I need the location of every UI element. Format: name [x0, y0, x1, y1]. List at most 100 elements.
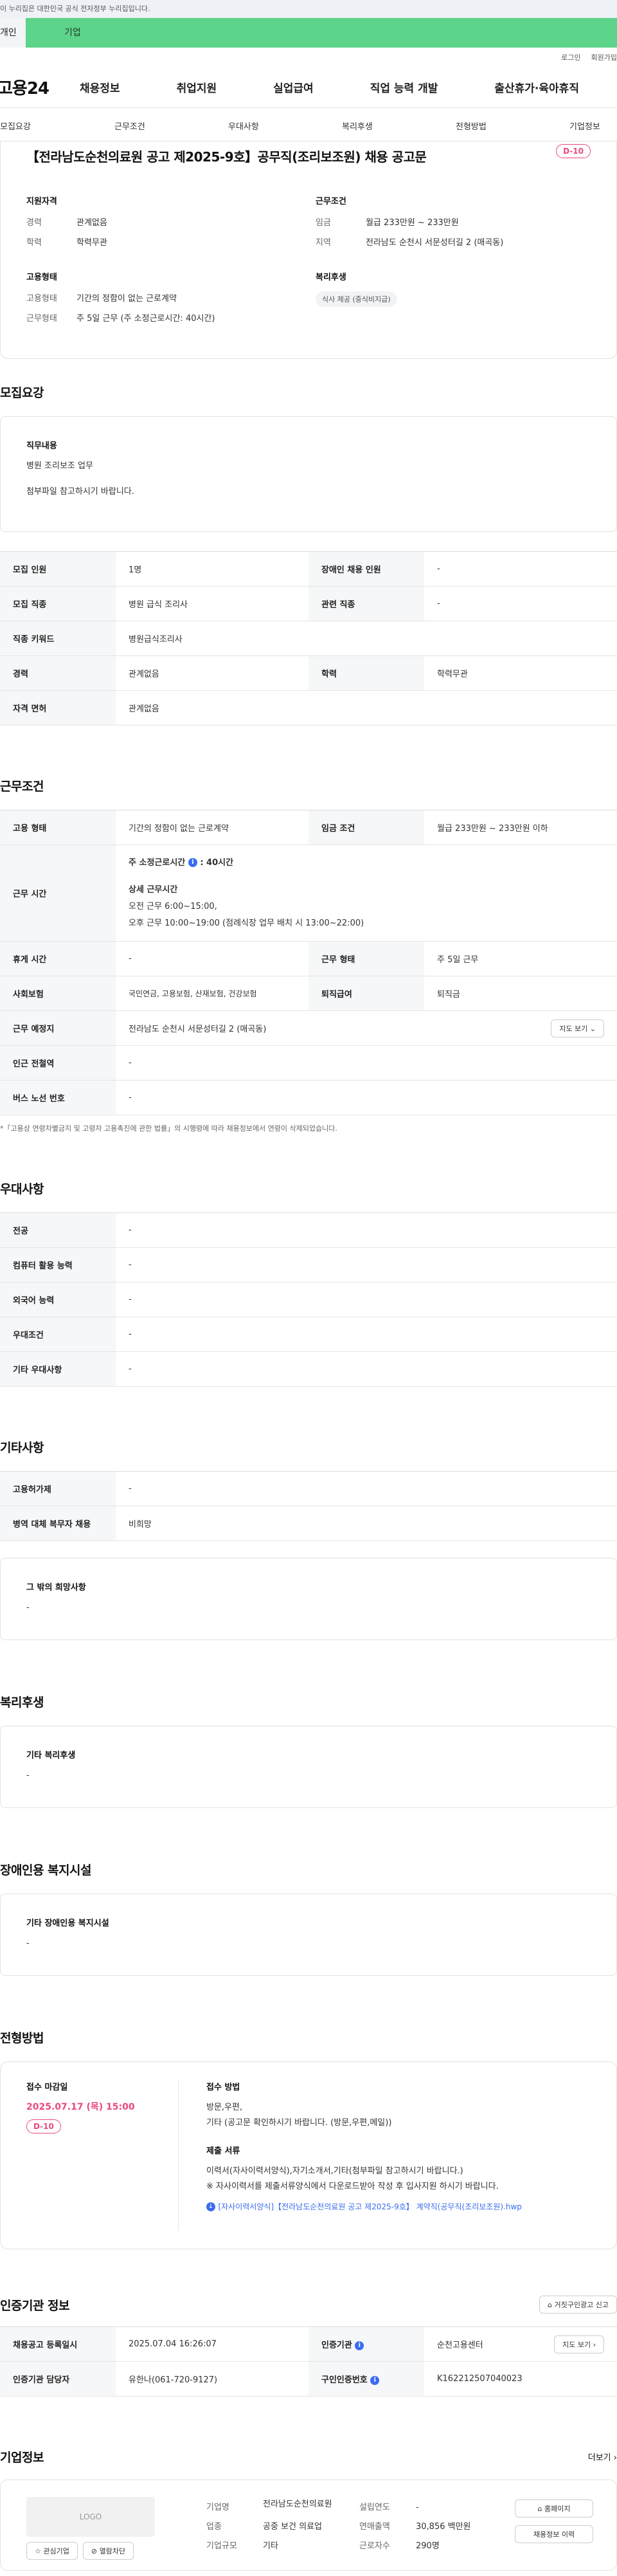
cert-map-label: 지도 보기 — [562, 2340, 591, 2349]
report-fake-ad-label: 거짓구인광고 신고 — [554, 2301, 609, 2309]
utility-links: 로그인 회원가입 — [0, 48, 617, 67]
info-icon[interactable]: i — [188, 858, 197, 867]
home-icon: ⌂ — [537, 2505, 542, 2513]
subnav-item-company[interactable]: 기업정보 — [569, 120, 600, 132]
duty-line: 첨부파일 참고하시기 바랍니다. — [26, 487, 134, 497]
info-label: 기업명 — [206, 2503, 229, 2512]
company-more-link[interactable]: 더보기 › — [588, 2451, 617, 2463]
subnav-item-conditions[interactable]: 근무조건 — [114, 120, 145, 132]
process-card: 접수 마감일 2025.07.17 (목) 15:00 D-10 접수 방법 방… — [0, 2061, 617, 2249]
logo[interactable]: 고용24 — [0, 75, 80, 99]
download-icon: ↓ — [206, 2202, 215, 2211]
emp-value: 주 5일 근무 (주 소정근로시간: 40시간) — [76, 314, 215, 324]
hours-main-label: 주 소정근로시간 — [129, 857, 186, 868]
cond-value: 전라남도 순천시 서문성터길 2 (매곡동) — [366, 238, 504, 248]
qual-label: 학력 — [26, 238, 42, 248]
chevron-right-icon: › — [593, 2340, 596, 2349]
row-label: 외국어 능력 — [0, 1282, 116, 1317]
info-label: 연매출액 — [359, 2522, 390, 2532]
section-nav: 모집요강 근무조건 우대사항 복리후생 전형방법 기업정보 — [0, 108, 617, 142]
docs-heading: 제출 서류 — [206, 2146, 240, 2156]
gnb-item-training[interactable]: 직업 능력 개발 — [370, 79, 438, 95]
favorite-company-button[interactable]: ☆ 관심기업 — [26, 2542, 78, 2560]
table-row: 직종 키워드 병원급식조리사 — [0, 621, 617, 656]
row-value: - — [116, 941, 308, 976]
cert-map-button[interactable]: 지도 보기 › — [554, 2335, 604, 2353]
company-header: 기업정보 더보기 › — [0, 2448, 617, 2465]
duty-line: 병원 조리보조 업무 — [26, 461, 93, 471]
welfare-summary-group: 복리후생 식사 제공 (중식비지급) — [316, 270, 397, 307]
age-note: *「고용상 연령차별금지 및 고령자 고용촉진에 관한 법률」의 시행령에 따라… — [0, 1124, 337, 1133]
row-label: 관련 직종 — [308, 586, 424, 621]
process-section-title: 전형방법 — [0, 2031, 44, 2045]
table-row: 휴게 시간 - 근무 형태 주 5일 근무 — [0, 941, 617, 976]
gnb-item-jobs[interactable]: 채용정보 — [80, 79, 120, 95]
method-heading: 접수 방법 — [206, 2083, 240, 2092]
qualification-group: 지원자격 경력 관계없음 학력 학력무관 — [26, 194, 107, 255]
table-row: 채용공고 등록일시 2025.07.04 16:26:07 인증기관 i 순천고… — [0, 2326, 617, 2362]
subnav-item-preference[interactable]: 우대사항 — [228, 120, 259, 132]
report-fake-ad-button[interactable]: ⌂ 거짓구인광고 신고 — [539, 2296, 617, 2314]
favorite-label: 관심기업 — [43, 2547, 69, 2555]
join-link[interactable]: 회원가입 — [591, 52, 617, 62]
gnb-item-parental-leave[interactable]: 출산휴가·육아휴직 — [494, 79, 579, 95]
login-link[interactable]: 로그인 — [561, 52, 580, 62]
map-button[interactable]: 지도 보기 ⌄ — [551, 1019, 604, 1037]
row-value: - — [116, 1045, 617, 1081]
tab-individual[interactable]: 개인 — [0, 18, 26, 48]
row-value: - — [116, 1247, 617, 1283]
attachment-name: [자사이력서양식]【전라남도순천의료원 공고 제2025-9호】 계약직(공무직… — [218, 2202, 522, 2211]
table-row: 고용허가제 - — [0, 1471, 617, 1506]
table-row: 기타 우대사항 - — [0, 1351, 617, 1387]
process-divider — [178, 2080, 179, 2231]
gnb-item-unemployment-benefit[interactable]: 실업급여 — [273, 79, 314, 95]
info-icon[interactable]: i — [355, 2341, 364, 2350]
disabled-section-title: 장애인용 복지시설 — [0, 1863, 91, 1877]
table-row: 모집 인원 1명 장애인 채용 인원 - — [0, 551, 617, 587]
company-sales: 30,856 백만원 — [416, 2522, 471, 2532]
info-icon[interactable]: i — [370, 2375, 380, 2385]
subnav-item-recruit[interactable]: 모집요강 — [0, 120, 31, 132]
disabled-heading: 기타 장애인용 복지시설 — [26, 1919, 109, 1928]
job-summary-card: 【전라남도순천의료원 공고 제2025-9호】공무직(조리보조원) 채용 공고문… — [0, 142, 617, 359]
row-value: - — [424, 551, 617, 587]
welfare-chip: 식사 제공 (중식비지급) — [316, 291, 397, 307]
docs-line: ※ 자사이력서를 제출서류양식에서 다운로드받아 작성 후 입사지원 하시기 바… — [206, 2182, 499, 2191]
row-label: 경력 — [0, 655, 116, 691]
subnav-item-welfare[interactable]: 복리후생 — [342, 120, 373, 132]
user-type-tabs: 개인 기업 — [0, 18, 617, 48]
row-label: 자격 면허 — [0, 690, 116, 726]
cert-org-label: 인증기관 — [321, 2341, 352, 2350]
dday-badge: D-10 — [556, 144, 591, 158]
info-label: 기업규모 — [206, 2541, 237, 2551]
work-hours-cell: 주 소정근로시간 i : 40시간 상세 근무시간 오전 근무 6:00~15:… — [116, 845, 617, 942]
company-logo-placeholder: LOGO — [26, 2497, 155, 2537]
tab-business[interactable]: 기업 — [26, 18, 617, 48]
row-value: - — [116, 1471, 617, 1506]
subnav-item-process[interactable]: 전형방법 — [456, 120, 487, 132]
table-row: 외국어 능력 - — [0, 1282, 617, 1317]
attachment-link[interactable]: ↓ [자사이력서양식]【전라남도순천의료원 공고 제2025-9호】 계약직(공… — [206, 2201, 597, 2212]
row-value: - — [116, 1212, 617, 1248]
row-value: 병원급식조리사 — [116, 621, 617, 656]
row-label: 직종 키워드 — [0, 621, 116, 656]
row-label: 컴퓨터 활용 능력 — [0, 1247, 116, 1283]
conditions-heading: 근무조건 — [316, 197, 346, 206]
block-view-button[interactable]: ⊘ 열람차단 — [82, 2542, 134, 2560]
docs-line: 이력서(자사이력서양식),자기소개서,기타(첨부파일 참고하시기 바랍니다.) — [206, 2166, 463, 2176]
row-value: - — [116, 1317, 617, 1352]
gnb-item-employment-support[interactable]: 취업지원 — [177, 79, 217, 95]
hours-detail-heading: 상세 근무시간 — [129, 884, 178, 895]
row-value: 주 5일 근무 — [424, 941, 617, 976]
row-value: 1명 — [116, 551, 308, 587]
recruit-history-button[interactable]: 채용정보 이력 — [515, 2525, 593, 2543]
table-row: 인증기관 담당자 유한나(061-720-9127) 구인인증번호 i K162… — [0, 2361, 617, 2397]
row-label: 근무 형태 — [308, 941, 424, 976]
table-row: 인근 전철역 - — [0, 1045, 617, 1081]
qual-value: 관계없음 — [76, 218, 107, 228]
homepage-button[interactable]: ⌂ 홈페이지 — [515, 2499, 593, 2517]
etc-table: 고용허가제 - 병역 대체 복무자 채용 비희망 — [0, 1471, 617, 1541]
row-label: 근무 예정지 — [0, 1010, 116, 1046]
company-size: 기타 — [263, 2541, 278, 2551]
table-row: 컴퓨터 활용 능력 - — [0, 1247, 617, 1283]
